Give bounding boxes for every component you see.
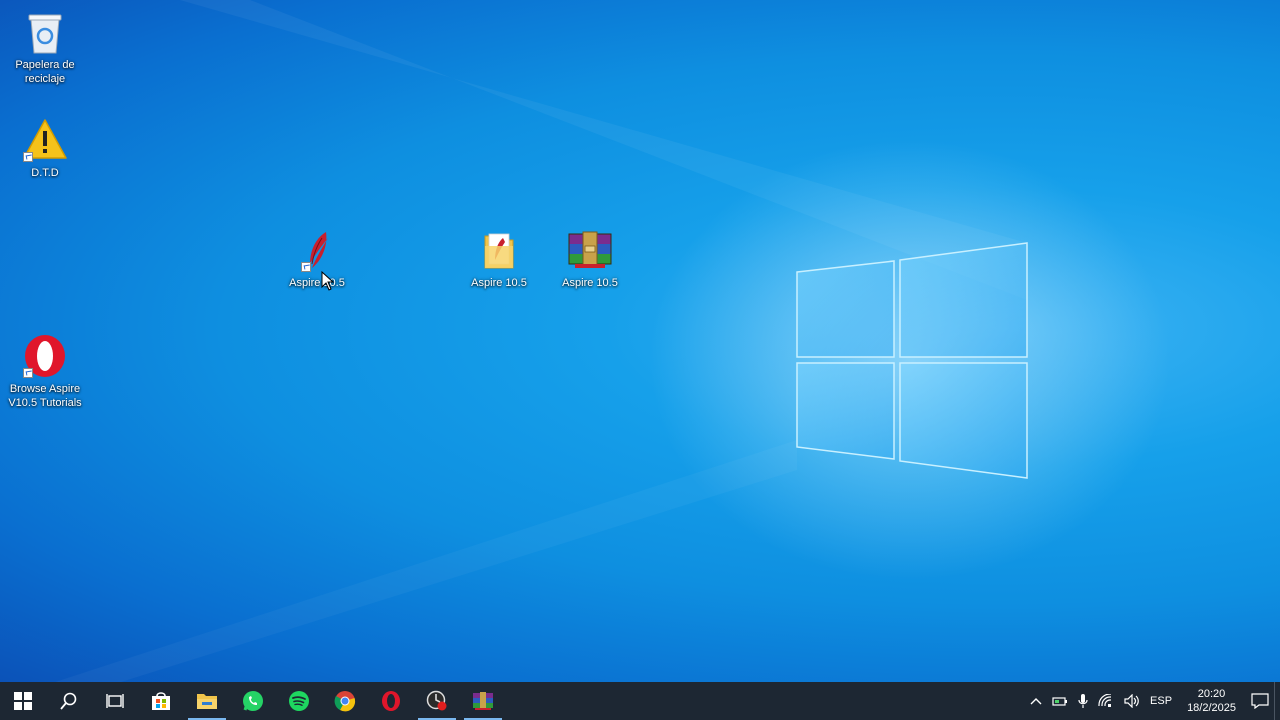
- whatsapp-icon[interactable]: [230, 682, 276, 720]
- desktop-icon-label: Aspire 10.5: [471, 277, 527, 289]
- opera-icon[interactable]: [368, 682, 414, 720]
- recorder-icon[interactable]: [414, 682, 460, 720]
- winrar-icon: [566, 226, 614, 274]
- folder-icon: [475, 226, 523, 274]
- desktop-icon-aspire-archive[interactable]: Aspire 10.5: [552, 226, 628, 290]
- spotify-icon[interactable]: [276, 682, 322, 720]
- desktop-icon-recycle-bin[interactable]: Papelera de reciclaje: [7, 8, 83, 86]
- desktop-icon-label: Aspire 10.5: [289, 277, 345, 289]
- clock[interactable]: 20:20 18/2/2025: [1177, 687, 1246, 715]
- notification-icon[interactable]: [1246, 682, 1274, 720]
- desktop-icon-label: Aspire 10.5: [562, 277, 618, 289]
- recycle-bin-icon: [21, 8, 69, 56]
- shortcut-arrow-icon: [23, 152, 33, 162]
- wifi-icon[interactable]: [1093, 682, 1119, 720]
- show-desktop-button[interactable]: [1274, 682, 1280, 720]
- desktop-icon-label: Browse Aspire V10.5 Tutorials: [8, 383, 82, 409]
- winrar-icon[interactable]: [460, 682, 506, 720]
- desktop-icon-dtd[interactable]: D.T.D: [7, 116, 83, 180]
- desktop-icon-aspire-shortcut[interactable]: Aspire 10.5: [279, 226, 355, 290]
- chevron-up-icon[interactable]: [1025, 682, 1047, 720]
- microphone-icon[interactable]: [1073, 682, 1093, 720]
- start-icon[interactable]: [0, 682, 46, 720]
- warning-icon: [21, 116, 69, 164]
- system-tray: ESP 20:20 18/2/2025: [1025, 682, 1280, 720]
- chrome-icon[interactable]: [322, 682, 368, 720]
- volume-icon[interactable]: [1119, 682, 1145, 720]
- clock-time: 20:20: [1197, 688, 1226, 700]
- input-language[interactable]: ESP: [1145, 682, 1177, 720]
- desktop-icon-label: D.T.D: [31, 167, 59, 179]
- wallpaper: [55, 0, 1170, 682]
- desktop-icon-browse-tutorials[interactable]: Browse Aspire V10.5 Tutorials: [7, 332, 83, 410]
- desktop-icon-aspire-folder[interactable]: Aspire 10.5: [461, 226, 537, 290]
- file-explorer-icon[interactable]: [184, 682, 230, 720]
- taskbar: ESP 20:20 18/2/2025: [0, 682, 1280, 720]
- desktop[interactable]: Papelera de reciclaje D.T.D Aspire 10.5: [0, 0, 1280, 682]
- opera-icon: [21, 332, 69, 380]
- battery-icon[interactable]: [1047, 682, 1073, 720]
- task-view-icon[interactable]: [92, 682, 138, 720]
- desktop-icon-label: Papelera de reciclaje: [15, 59, 75, 85]
- aspire-feather-icon: [293, 226, 341, 274]
- search-icon[interactable]: [46, 682, 92, 720]
- store-icon[interactable]: [138, 682, 184, 720]
- clock-date: 18/2/2025: [1187, 702, 1236, 714]
- shortcut-arrow-icon: [301, 262, 311, 272]
- shortcut-arrow-icon: [23, 368, 33, 378]
- mouse-cursor-icon: [321, 271, 335, 291]
